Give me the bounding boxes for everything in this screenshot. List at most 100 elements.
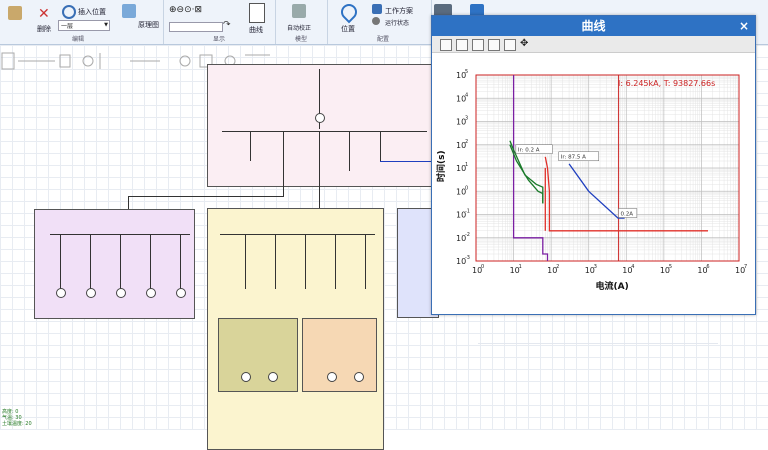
- cursor-annotation: I: 6.245kA, T: 93827.66s: [618, 79, 715, 88]
- motor-symbol[interactable]: [86, 288, 96, 298]
- link-line: [128, 196, 283, 197]
- level-select[interactable]: 一层 ▼: [58, 20, 110, 31]
- format-icon[interactable]: [8, 6, 22, 20]
- auto-settle-button[interactable]: 自动校正: [287, 23, 311, 32]
- position-button[interactable]: 位置: [341, 24, 355, 34]
- y-tick-exponent: 1: [465, 162, 468, 168]
- zoom-controls-icon[interactable]: ⊕⊖⊙·⊠: [169, 5, 202, 15]
- y-tick-exponent: -1: [465, 209, 470, 215]
- run-status-button[interactable]: 运行状态: [385, 18, 409, 27]
- target-icon[interactable]: [62, 5, 76, 19]
- x-tick-exponent: 3: [594, 264, 597, 270]
- view-group: ⊕⊖⊙·⊠ ↷ 曲线 显示: [163, 0, 276, 44]
- schematic-button[interactable]: 原理图: [138, 20, 159, 30]
- curve-plot-area[interactable]: 10 0 10 1 10 2 10 3 10 4 10 5 10 6 10 7 10 -3 10 -2 10 -1 10 0 1…: [432, 53, 755, 314]
- schematic-icon[interactable]: [122, 4, 136, 18]
- curve-icon[interactable]: [249, 3, 265, 23]
- zoom-input[interactable]: [169, 22, 223, 32]
- y-tick-exponent: 3: [465, 116, 468, 122]
- x-tick-exponent: 0: [481, 264, 484, 270]
- x-tick-exponent: 7: [744, 264, 747, 270]
- export-tool-icon[interactable]: [488, 39, 500, 51]
- x-tick-exponent: 1: [519, 264, 522, 270]
- close-icon[interactable]: ×: [739, 16, 749, 36]
- motor-symbol[interactable]: [327, 372, 337, 382]
- curve-window-titlebar[interactable]: 曲线 ×: [432, 16, 755, 36]
- feeder-line: [60, 234, 61, 291]
- motor-symbol[interactable]: [56, 288, 66, 298]
- curve-window[interactable]: 曲线 × ✥ 10 0 10 1 10 2 10 3 10 4 10 5 10 6 10 7 10 -3 10 -2 1…: [431, 15, 756, 315]
- config-group: 位置 工作方案 运行状态 配置: [327, 0, 432, 44]
- feeder-line: [275, 234, 276, 289]
- substation-region-main[interactable]: [207, 64, 442, 187]
- model-group: 自动校正 模型: [275, 0, 328, 44]
- curve-button[interactable]: 曲线: [249, 25, 263, 35]
- motor-symbol[interactable]: [268, 372, 278, 382]
- feeder-line: [305, 234, 306, 289]
- insert-position-button[interactable]: 插入位置: [78, 7, 106, 17]
- save-tool-icon[interactable]: [472, 39, 484, 51]
- x-tick-exponent: 5: [669, 264, 672, 270]
- feeder-line: [349, 131, 350, 171]
- y-tick-exponent: 2: [465, 139, 468, 145]
- feeder-line: [335, 234, 336, 289]
- move-tool-icon[interactable]: ✥: [520, 39, 530, 49]
- link-line: [380, 161, 432, 162]
- status-soil-temperature: 土壤温度: 20: [2, 421, 32, 427]
- environment-status: 高度: 0 气温: 30 土壤温度: 20: [2, 409, 32, 427]
- curve-label: 0.2A: [620, 212, 633, 218]
- chevron-down-icon: ▼: [104, 22, 108, 28]
- y-tick-exponent: -2: [465, 232, 470, 238]
- delete-button[interactable]: 删除: [37, 24, 51, 34]
- edit-tool-icon[interactable]: [504, 39, 516, 51]
- y-tick-exponent: -3: [465, 255, 470, 261]
- curve-window-toolbar: ✥: [432, 36, 755, 53]
- busbar-main: [222, 131, 427, 132]
- work-plan-button[interactable]: 工作方案: [385, 6, 413, 16]
- delete-icon[interactable]: ✕: [38, 6, 50, 22]
- y-tick-exponent: 4: [465, 92, 468, 98]
- feeder-line: [380, 131, 381, 161]
- motor-symbol[interactable]: [146, 288, 156, 298]
- sub-region-olive[interactable]: [218, 318, 298, 392]
- feeder-line: [250, 131, 251, 161]
- work-plan-icon[interactable]: [372, 4, 382, 14]
- motor-symbol[interactable]: [354, 372, 364, 382]
- curve-label: Ir: 87.5 A: [561, 155, 586, 161]
- feeder-line: [365, 234, 366, 289]
- model-group-caption: 模型: [295, 36, 308, 43]
- select-tool-icon[interactable]: [440, 39, 452, 51]
- busbar-yellow: [220, 234, 375, 235]
- x-tick-exponent: 4: [631, 264, 634, 270]
- copy-tool-icon[interactable]: [456, 39, 468, 51]
- ghost-chart-shadow: [478, 343, 718, 414]
- view-group-caption: 显示: [213, 36, 226, 43]
- y-axis-label: 时间(s): [435, 150, 447, 182]
- feeder-line: [180, 234, 181, 291]
- motor-symbol[interactable]: [241, 372, 251, 382]
- edit-group-caption: 编辑: [72, 36, 85, 43]
- motor-symbol[interactable]: [116, 288, 126, 298]
- feeder-line: [283, 131, 284, 161]
- x-tick-exponent: 2: [556, 264, 559, 270]
- sub-region-orange[interactable]: [302, 318, 377, 392]
- feeder-line: [90, 234, 91, 291]
- y-tick-exponent: 0: [465, 185, 468, 191]
- substation-region-purple[interactable]: [34, 209, 195, 319]
- transformer-symbol[interactable]: [315, 113, 325, 123]
- curve-label: Ir: 0.2 A: [518, 148, 540, 154]
- feeder-line: [150, 234, 151, 291]
- tcc-chart[interactable]: 100 101 102 103 104 105 106 10710-310-210-11001…: [432, 53, 755, 314]
- y-tick-exponent: 5: [465, 69, 468, 75]
- redo-icon[interactable]: ↷: [223, 20, 231, 30]
- motor-symbol[interactable]: [176, 288, 186, 298]
- feeder-line: [245, 234, 246, 289]
- x-axis-label: 电流(A): [596, 280, 629, 292]
- location-pin-icon[interactable]: [337, 0, 361, 24]
- x-tick-exponent: 6: [706, 264, 709, 270]
- config-group-caption: 配置: [377, 36, 390, 43]
- edit-group: ✕ 删除 插入位置 一层 ▼ 原理图 编辑: [0, 0, 164, 44]
- run-status-icon[interactable]: [372, 17, 380, 25]
- calculator-icon[interactable]: [292, 4, 306, 18]
- feeder-line: [283, 161, 284, 197]
